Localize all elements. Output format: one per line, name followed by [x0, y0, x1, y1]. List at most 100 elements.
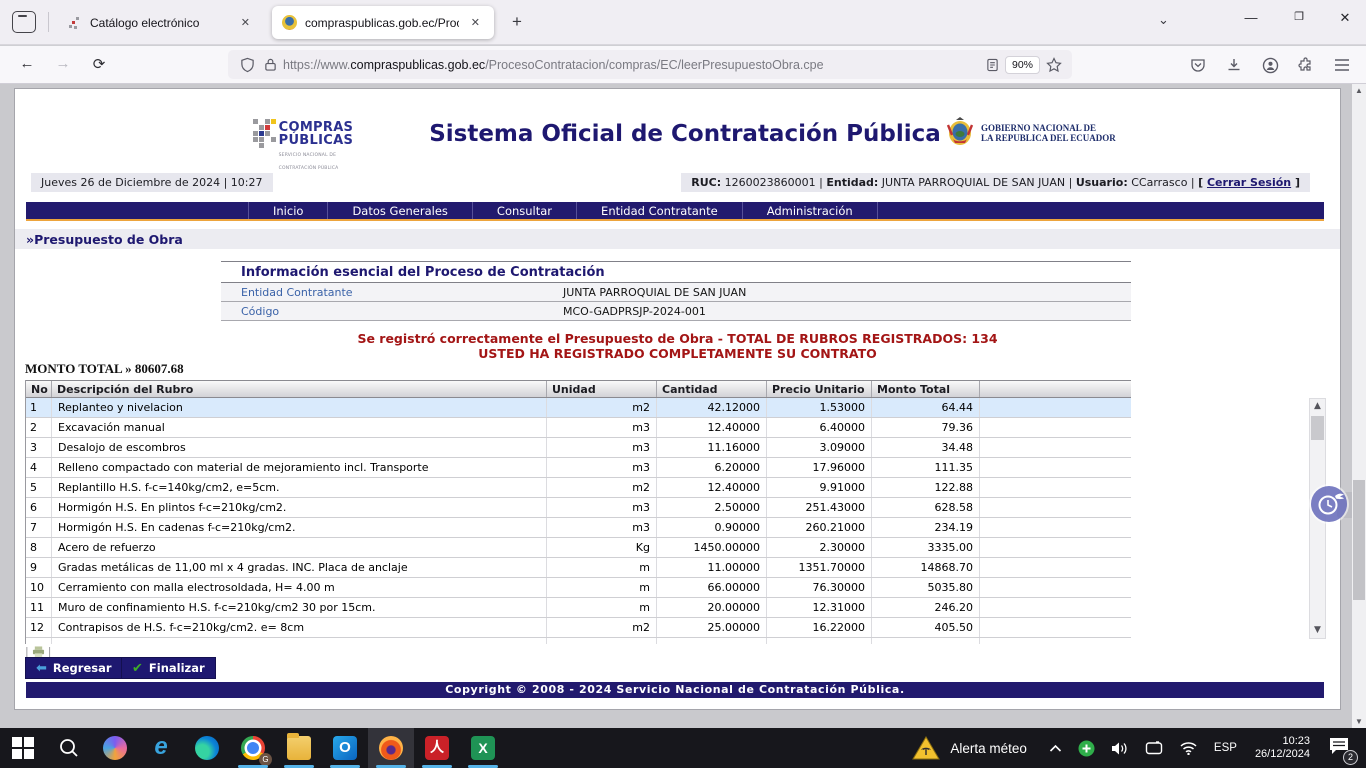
taskbar-outlook[interactable]: O [322, 728, 368, 768]
cell-desc: Muro de confinamiento H.S. f-c=210kg/cm2… [52, 598, 547, 617]
taskbar-acrobat[interactable]: 人 [414, 728, 460, 768]
taskbar-internet-explorer[interactable]: e [138, 728, 184, 768]
reload-button[interactable]: ⟳ [88, 55, 110, 75]
cell-desc: Replantillo H.S. f-c=140kg/cm2, e=5cm. [52, 478, 547, 497]
forward-button[interactable]: → [52, 55, 74, 75]
pocket-icon[interactable] [1186, 54, 1210, 76]
language-indicator[interactable]: ESP [1206, 742, 1245, 754]
table-row[interactable]: 8Acero de refuerzoKg1450.000002.30000333… [26, 538, 1131, 558]
taskbar-file-explorer[interactable] [276, 728, 322, 768]
page-scroll-up-icon[interactable]: ▲ [1352, 86, 1366, 95]
window-restore-button[interactable]: ❐ [1284, 10, 1314, 23]
breadcrumb: »Presupuesto de Obra [15, 232, 183, 247]
table-row[interactable]: 3Desalojo de escombrosm311.160003.090003… [26, 438, 1131, 458]
menu-item-entidad-contratante[interactable]: Entidad Contratante [577, 202, 743, 219]
cell-desc: Relleno compactado con material de mejor… [52, 458, 547, 477]
cell-extra [980, 618, 1131, 637]
antivirus-tray-icon[interactable] [1070, 740, 1103, 757]
table-scroll-down-icon[interactable]: ▼ [1310, 623, 1325, 638]
table-scroll-up-icon[interactable]: ▲ [1310, 399, 1325, 414]
weather-widget[interactable]: Alerta méteo [897, 735, 1041, 761]
new-tab-button[interactable]: + [506, 12, 528, 32]
tracking-shield-icon[interactable] [240, 57, 255, 73]
notification-badge: 2 [1343, 750, 1358, 765]
acrobat-icon: 人 [425, 736, 449, 760]
taskbar-excel[interactable]: X [460, 728, 506, 768]
cell-no: 1 [26, 398, 52, 417]
tab2-favicon [282, 15, 297, 30]
menu-item-datos-generales[interactable]: Datos Generales [328, 202, 472, 219]
extensions-icon[interactable] [1294, 54, 1318, 76]
page-scrollbar[interactable]: ▲ ▼ [1352, 84, 1366, 728]
url-bar[interactable]: https://www.compraspublicas.gob.ec/Proce… [228, 50, 1072, 79]
col-header-monto-total: Monto Total [872, 381, 980, 397]
menu-item-administración[interactable]: Administración [743, 202, 878, 219]
taskbar-copilot[interactable] [92, 728, 138, 768]
taskbar-search-button[interactable] [46, 728, 92, 768]
volume-icon[interactable] [1103, 741, 1137, 756]
table-row[interactable]: 7Hormigón H.S. En cadenas f-c=210kg/cm2.… [26, 518, 1131, 538]
taskbar-time: 10:23 [1255, 735, 1310, 748]
table-scroll-thumb[interactable] [1311, 416, 1324, 440]
cell-extra [980, 518, 1131, 537]
taskbar-chrome[interactable]: G [230, 728, 276, 768]
tab1-close-icon[interactable]: ✕ [237, 14, 254, 31]
account-icon[interactable] [1258, 54, 1282, 76]
info-panel-title: Información esencial del Proceso de Cont… [221, 261, 1131, 283]
cell-monto: 64.44 [872, 398, 980, 417]
downloads-icon[interactable] [1222, 54, 1246, 76]
firefox-view-icon[interactable] [12, 11, 36, 33]
table-row-clipped: ▪ ▪▪▪ ▪▪▪▪ ▪▪ ▪▪▪▪▪ ▪▪▪ ▪▪▪▪▪▪▪▪▪▪▪▪▪▪▪▪… [26, 638, 1131, 644]
table-row[interactable]: 5Replantillo H.S. f-c=140kg/cm2, e=5cm.m… [26, 478, 1131, 498]
menu-hamburger-icon[interactable] [1330, 54, 1354, 76]
taskbar-clock[interactable]: 10:23 26/12/2024 [1245, 735, 1320, 761]
table-row[interactable]: 12Contrapisos de H.S. f-c=210kg/cm2. e= … [26, 618, 1131, 638]
table-row[interactable]: 10Cerramiento con malla electrosoldada, … [26, 578, 1131, 598]
window-close-button[interactable]: ✕ [1330, 10, 1360, 26]
finalizar-button[interactable]: ✔ Finalizar [121, 657, 216, 679]
table-row[interactable]: 4Relleno compactado con material de mejo… [26, 458, 1131, 478]
menu-item-consultar[interactable]: Consultar [473, 202, 577, 219]
tab-list-chevron-icon[interactable]: ⌄ [1158, 12, 1169, 28]
taskbar-edge[interactable] [184, 728, 230, 768]
cell-precio: 76.30000 [767, 578, 872, 597]
cell-monto: 34.48 [872, 438, 980, 457]
tab2-close-icon[interactable]: ✕ [467, 14, 484, 31]
table-row[interactable]: 11Muro de confinamiento H.S. f-c=210kg/c… [26, 598, 1131, 618]
tab-compraspublicas-active[interactable]: compraspublicas.gob.ec/Proce ✕ [272, 6, 494, 39]
display-cast-icon[interactable] [1137, 741, 1171, 756]
menu-item-inicio[interactable]: Inicio [248, 202, 328, 219]
table-row[interactable]: 6Hormigón H.S. En plintos f-c=210kg/cm2.… [26, 498, 1131, 518]
cell-precio: 6.40000 [767, 418, 872, 437]
table-row[interactable]: 2Excavación manualm312.400006.4000079.36 [26, 418, 1131, 438]
tray-chevron-icon[interactable] [1041, 744, 1070, 753]
zoom-level-indicator[interactable]: 90% [1005, 56, 1040, 74]
table-row[interactable]: 1Replanteo y nivelacionm242.120001.53000… [26, 398, 1131, 418]
col-header-extra [980, 381, 1131, 397]
taskbar-date: 26/12/2024 [1255, 748, 1310, 761]
back-button[interactable]: ← [16, 55, 38, 75]
reader-mode-icon[interactable] [986, 58, 999, 72]
wifi-icon[interactable] [1171, 741, 1206, 755]
bookmark-star-icon[interactable] [1046, 57, 1062, 73]
col-header-descripcion: Descripción del Rubro [52, 381, 547, 397]
floating-clock-widget[interactable] [1311, 486, 1349, 524]
weather-alert-icon [911, 735, 941, 761]
notification-center-button[interactable]: 2 [1320, 736, 1366, 761]
table-row[interactable]: 9Gradas metálicas de 11,00 ml x 4 gradas… [26, 558, 1131, 578]
cell-no: 12 [26, 618, 52, 637]
logout-link[interactable]: Cerrar Sesión [1207, 176, 1291, 189]
regresar-button[interactable]: ⬅ Regresar [25, 657, 123, 679]
cell-unidad: m2 [547, 478, 657, 497]
start-button[interactable] [0, 728, 46, 768]
taskbar-firefox-active[interactable] [368, 728, 414, 768]
tab-catalogo-electronico[interactable]: Catálogo electrónico ✕ [58, 6, 264, 39]
lock-icon[interactable] [264, 57, 277, 72]
print-icon[interactable] [32, 646, 45, 658]
window-minimize-button[interactable]: — [1236, 10, 1266, 25]
page-scroll-thumb[interactable] [1353, 480, 1365, 600]
cell-no: 11 [26, 598, 52, 617]
page-scroll-down-icon[interactable]: ▼ [1352, 717, 1366, 726]
ruc-label: RUC: [691, 176, 721, 189]
cell-cant: 66.00000 [657, 578, 767, 597]
